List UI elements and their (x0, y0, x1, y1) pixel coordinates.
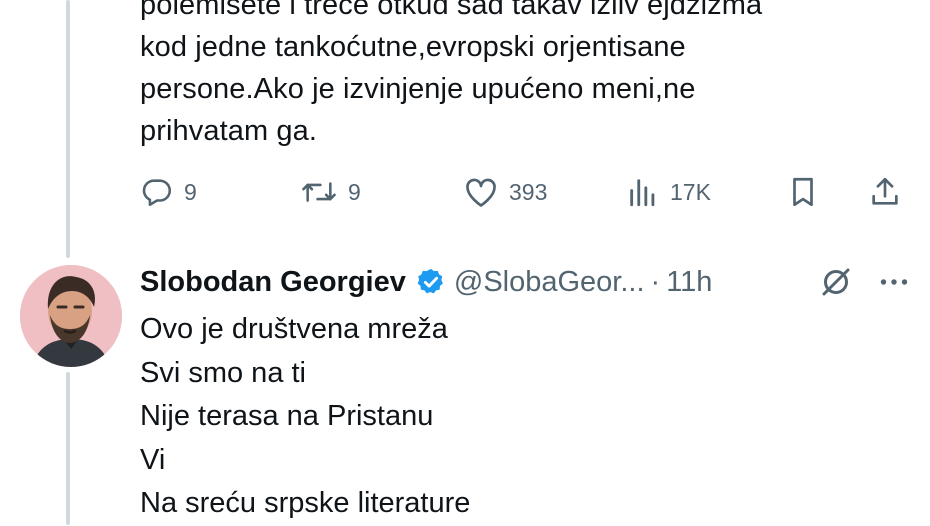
tweet-action-bar: 9 9 393 17K (140, 170, 920, 214)
tweet-text-line: Nije terasa na Pristanu (140, 400, 434, 432)
share-button[interactable] (868, 170, 902, 214)
reply-header: Slobodan Georgiev @SlobaGeor... · 11h (140, 260, 920, 304)
like-button[interactable]: 393 (463, 170, 547, 214)
tweet-text-line: Ovo je društvena mreža (140, 313, 448, 345)
bookmark-button[interactable] (786, 170, 820, 214)
views-button[interactable]: 17K (626, 170, 711, 214)
tweet-text-line: Na sreću srpske literature (140, 487, 471, 519)
thread-line-bottom (66, 372, 70, 525)
separator-dot: · (650, 265, 661, 298)
repost-button[interactable]: 9 (300, 170, 361, 214)
tweet-text-line: polemišete i treće otkud sad takav izliv… (140, 0, 763, 21)
verified-badge-icon (416, 267, 446, 297)
more-options-icon[interactable] (876, 264, 912, 308)
thread-line-top (66, 0, 70, 258)
repost-icon (300, 175, 338, 209)
repost-count: 9 (348, 178, 361, 205)
author-name[interactable]: Slobodan Georgiev (140, 266, 406, 299)
tweet-text-line: Svi smo na ti (140, 356, 306, 389)
tweet-text-line: kod jedne tankoćutne,evropski orjentisan… (140, 31, 686, 63)
reply-icon (140, 175, 174, 209)
reply-tweet-text: Ovo je društvena mreža Svi smo na ti Nij… (140, 308, 470, 526)
views-count: 17K (670, 178, 711, 205)
grok-icon[interactable] (818, 264, 854, 308)
like-count: 393 (509, 178, 548, 205)
views-icon (626, 175, 660, 209)
previous-tweet-text: polemišete i treće otkud sad takav izliv… (140, 0, 920, 152)
share-icon (868, 175, 902, 209)
tweet-text-line: Vi (140, 443, 166, 476)
bookmark-icon (786, 175, 820, 209)
tweet-timestamp[interactable]: 11h (666, 266, 712, 299)
like-icon (463, 175, 499, 209)
tweet-text-line: prihvatam ga. (140, 115, 317, 147)
reply-count: 9 (184, 178, 197, 205)
avatar[interactable] (20, 265, 122, 367)
tweet-text-line: persone.Ako je izvinjenje upućeno meni,n… (140, 73, 696, 105)
author-handle[interactable]: @SlobaGeor... (454, 266, 645, 299)
reply-button[interactable]: 9 (140, 170, 197, 214)
